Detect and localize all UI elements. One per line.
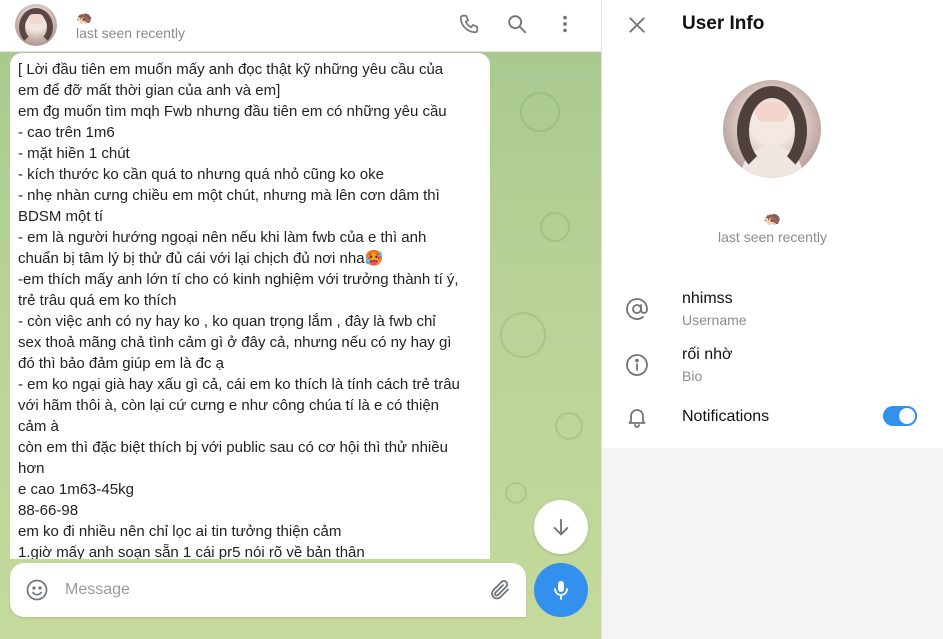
username-label: Username xyxy=(682,312,747,328)
at-sign-icon xyxy=(624,296,650,322)
user-info-card: User Info 🦔 last seen recently nhimss Us… xyxy=(602,0,943,448)
info-icon xyxy=(624,352,650,378)
profile-status: last seen recently xyxy=(718,229,827,245)
message-line: [ Lời đầu tiên em muốn mấy anh đọc thật … xyxy=(18,61,444,78)
message-line: đó thì bảo đảm giúp em là đc ạ xyxy=(18,355,224,372)
username-value: nhimss xyxy=(682,290,733,307)
bell-icon xyxy=(624,404,650,430)
phone-icon[interactable] xyxy=(457,12,481,36)
notifications-label: Notifications xyxy=(682,408,770,425)
close-button[interactable] xyxy=(624,12,650,38)
message-line: trẻ trâu quá em ko thích xyxy=(18,292,177,309)
avatar[interactable] xyxy=(15,4,57,46)
search-icon[interactable] xyxy=(505,12,529,36)
message-line: với hãm thôi à, còn lại cứ cưng e như cô… xyxy=(18,397,440,414)
message-line: - nhẹ nhàn cưng chiều em một chút, nhưng… xyxy=(18,187,440,204)
chat-header[interactable]: 🦔 last seen recently xyxy=(0,0,601,52)
message-line: chuẩn bị tâm lý bị thử đủ cái với lại ch… xyxy=(18,250,384,267)
voice-message-button[interactable] xyxy=(534,563,588,617)
message-line: e cao 1m63-45kg xyxy=(18,481,134,498)
message-line: - em ko ngại già hay xấu gì cả, cái em k… xyxy=(18,376,460,393)
message-line: còn em thì đặc biệt thích bj với public … xyxy=(18,439,448,456)
bio-label: Bio xyxy=(682,368,703,384)
bio-row[interactable]: rối nhờ Bio xyxy=(602,340,943,390)
message-line: - cao trên 1m6 xyxy=(18,124,115,141)
username-row[interactable]: nhimss Username xyxy=(602,284,943,334)
message-line: em ko đi nhiều nên chỉ lọc ai tin tưởng … xyxy=(18,523,342,540)
toggle-knob xyxy=(897,406,917,426)
message-line: -em thích mấy anh lớn tí cho có kinh ngh… xyxy=(18,271,459,288)
message-line: - còn việc anh có ny hay ko , ko quan tr… xyxy=(18,313,436,330)
notifications-toggle[interactable] xyxy=(883,406,917,426)
user-info-panel: User Info 🦔 last seen recently nhimss Us… xyxy=(602,0,943,639)
message-line: hơn xyxy=(18,460,45,477)
microphone-icon xyxy=(554,581,568,600)
message-input[interactable] xyxy=(65,575,475,605)
message-line: BDSM một tí xyxy=(18,208,104,225)
message-line: - mặt hiền 1 chút xyxy=(18,145,130,162)
more-vertical-icon[interactable] xyxy=(553,12,577,36)
chat-name[interactable]: 🦔 xyxy=(76,10,92,26)
message-bubble[interactable]: [ Lời đầu tiên em muốn mấy anh đọc thật … xyxy=(10,53,490,559)
chat-panel: 🦔 last seen recently [ Lời đầu tiên em m… xyxy=(0,0,601,639)
message-line: 1.giờ mấy anh soạn sẵn 1 cái pr5 nói rõ … xyxy=(18,544,365,559)
message-line: em để đỡ mất thời gian của anh và em] xyxy=(18,82,281,99)
message-line: em đg muốn tìm mqh Fwb nhưng đầu tiên em… xyxy=(18,103,447,120)
close-icon xyxy=(629,17,645,33)
message-line: - kích thước ko cần quá to nhưng quá nhỏ… xyxy=(18,166,384,183)
bio-value: rối nhờ xyxy=(682,346,733,363)
message-line: - em là người hướng ngoại nên nếu khi là… xyxy=(18,229,427,246)
chat-status: last seen recently xyxy=(76,25,185,41)
scroll-down-button[interactable] xyxy=(534,500,588,554)
message-line: 88-66-98 xyxy=(18,502,79,519)
paperclip-icon[interactable] xyxy=(488,578,512,602)
profile-name: 🦔 xyxy=(763,210,782,226)
message-composer xyxy=(10,563,526,617)
smile-icon[interactable] xyxy=(25,578,49,602)
arrow-down-icon xyxy=(553,518,569,536)
panel-title: User Info xyxy=(682,13,765,34)
message-line: sex thoả mãng chả tình cảm gì ở đây cả, … xyxy=(18,334,452,351)
message-line: cảm à xyxy=(18,418,59,435)
profile-photo[interactable] xyxy=(723,80,821,178)
